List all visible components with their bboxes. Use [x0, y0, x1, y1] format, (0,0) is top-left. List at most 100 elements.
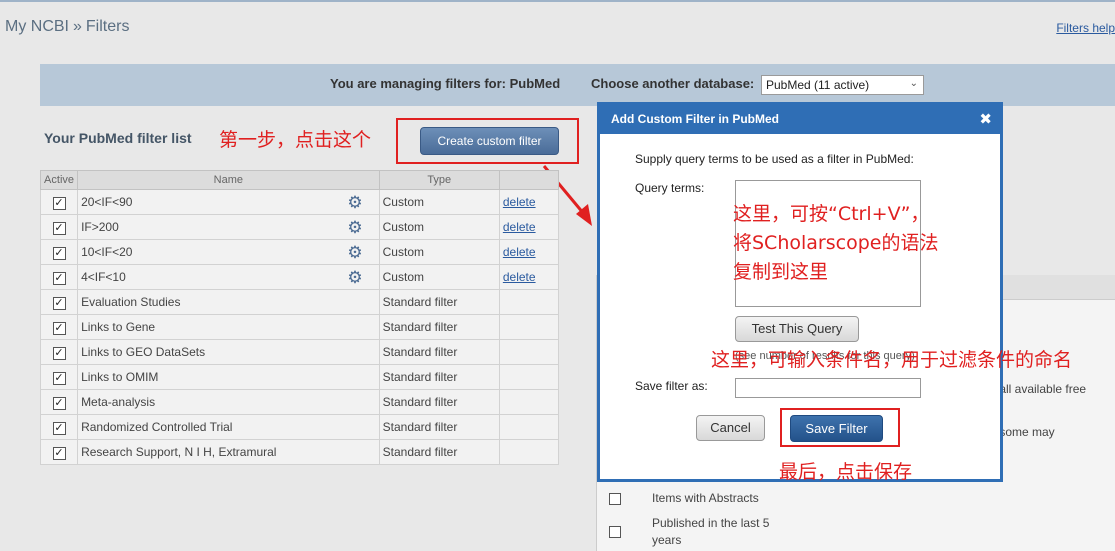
active-checkbox[interactable]: ✓ [52, 396, 66, 410]
type-cell: Custom [378, 264, 500, 290]
items-with-abstracts-checkbox[interactable] [609, 493, 621, 505]
annotation-paste: 这里，可按“Ctrl+V”，将SCholarscope的语法复制到这里 [733, 203, 939, 283]
name-cell: Links to GEO DataSets [77, 339, 380, 365]
active-cell: ✓ [39, 339, 79, 365]
name-cell: Evaluation Studies [77, 289, 380, 315]
table-row: ✓ 4<IF<10 ⚙ Custom delete [39, 264, 560, 290]
col-active: Active [39, 170, 79, 190]
table-row: ✓ Evaluation Studies Standard filter [39, 289, 560, 315]
delete-cell [498, 389, 560, 415]
filter-name: Links to GEO DataSets [81, 345, 206, 359]
delete-cell: delete [498, 264, 560, 290]
filter-name: Research Support, N I H, Extramural [81, 445, 277, 459]
active-cell: ✓ [39, 414, 79, 440]
active-checkbox[interactable]: ✓ [52, 271, 66, 285]
top-border [0, 0, 1115, 2]
active-checkbox[interactable]: ✓ [52, 296, 66, 310]
delete-cell: delete [498, 239, 560, 265]
table-row: ✓ 20<IF<90 ⚙ Custom delete [39, 189, 560, 215]
delete-cell: delete [498, 214, 560, 240]
type-cell: Custom [378, 189, 500, 215]
database-bar: You are managing filters for: PubMed Cho… [40, 64, 1115, 106]
col-name: Name [77, 170, 380, 190]
active-cell: ✓ [39, 214, 79, 240]
managing-label: You are managing filters for: PubMed [330, 76, 561, 91]
filter-name: Links to OMIM [81, 370, 159, 384]
cancel-button[interactable]: Cancel [696, 415, 765, 441]
name-cell: IF>200 ⚙ [77, 214, 380, 240]
active-checkbox[interactable]: ✓ [52, 246, 66, 260]
type-cell: Standard filter [378, 389, 500, 415]
delete-cell [498, 439, 560, 465]
dialog-title-bar: Add Custom Filter in PubMed ✖ [600, 105, 1000, 134]
filter-name: Links to Gene [81, 320, 156, 334]
active-checkbox[interactable]: ✓ [52, 421, 66, 435]
save-filter-as-label: Save filter as: [635, 379, 708, 393]
published-last-5-years-checkbox[interactable] [609, 526, 621, 538]
breadcrumb-separator: » [73, 18, 82, 35]
table-row: ✓ Links to Gene Standard filter [39, 314, 560, 340]
name-cell: 4<IF<10 ⚙ [77, 264, 380, 290]
filter-name: IF>200 [81, 220, 119, 234]
filter-name: 4<IF<10 [81, 270, 126, 284]
active-cell: ✓ [39, 264, 79, 290]
delete-link[interactable]: delete [503, 220, 536, 234]
gear-icon[interactable]: ⚙ [347, 244, 362, 261]
table-row: ✓ 10<IF<20 ⚙ Custom delete [39, 239, 560, 265]
supply-text: Supply query terms to be used as a filte… [635, 152, 914, 166]
annotation-step1: 第一步，点击这个 [219, 129, 372, 151]
chevron-down-icon: ⌄ [909, 78, 918, 89]
active-cell: ✓ [39, 314, 79, 340]
active-cell: ✓ [39, 364, 79, 390]
breadcrumb-current: Filters [85, 18, 130, 35]
active-cell: ✓ [39, 289, 79, 315]
breadcrumb-home[interactable]: My NCBI [5, 18, 69, 35]
type-cell: Custom [378, 239, 500, 265]
delete-link[interactable]: delete [503, 195, 536, 209]
filter-name: Meta-analysis [81, 395, 156, 409]
type-cell: Custom [378, 214, 500, 240]
active-checkbox[interactable]: ✓ [52, 346, 66, 360]
table-row: ✓ Meta-analysis Standard filter [39, 389, 560, 415]
active-cell: ✓ [39, 389, 79, 415]
active-checkbox[interactable]: ✓ [52, 321, 66, 335]
items-with-abstracts-label: Items with Abstracts [652, 491, 759, 505]
name-cell: 20<IF<90 ⚙ [77, 189, 380, 215]
delete-link[interactable]: delete [503, 245, 536, 259]
annotation-name: 这里，可输入条件名，用于过滤条件的命名 [711, 349, 1073, 371]
name-cell: Links to Gene [77, 314, 380, 340]
active-checkbox[interactable]: ✓ [52, 371, 66, 385]
col-type: Type [378, 170, 500, 190]
close-icon[interactable]: ✖ [979, 105, 992, 134]
active-checkbox[interactable]: ✓ [52, 446, 66, 460]
active-checkbox[interactable]: ✓ [52, 221, 66, 235]
type-cell: Standard filter [378, 314, 500, 340]
active-cell: ✓ [39, 189, 79, 215]
delete-cell [498, 339, 560, 365]
table-row: ✓ Links to GEO DataSets Standard filter [39, 339, 560, 365]
delete-link[interactable]: delete [503, 270, 536, 284]
type-cell: Standard filter [378, 439, 500, 465]
breadcrumb: My NCBI» Filters [5, 18, 129, 36]
database-select-value: PubMed (11 active) [766, 78, 870, 92]
type-cell: Standard filter [378, 339, 500, 365]
published-last-5-years-label: Published in the last 5 [652, 516, 770, 530]
gear-icon[interactable]: ⚙ [347, 219, 362, 236]
gear-icon[interactable]: ⚙ [347, 269, 362, 286]
filter-name: 20<IF<90 [81, 195, 133, 209]
test-query-button[interactable]: Test This Query [735, 316, 859, 342]
filter-name: Randomized Controlled Trial [81, 420, 233, 434]
create-custom-filter-button[interactable]: Create custom filter [420, 127, 559, 155]
filters-help-link[interactable]: Filters help [1056, 21, 1115, 35]
filter-name: 10<IF<20 [81, 245, 133, 259]
table-row: ✓ Randomized Controlled Trial Standard fil… [39, 414, 560, 440]
dialog-title: Add Custom Filter in PubMed [611, 112, 779, 126]
highlight-box-save [780, 408, 900, 447]
database-select[interactable]: PubMed (11 active) ⌄ [761, 75, 924, 95]
save-filter-as-input[interactable] [735, 378, 921, 398]
delete-cell [498, 414, 560, 440]
table-row: ✓ IF>200 ⚙ Custom delete [39, 214, 560, 240]
name-cell: Links to OMIM [77, 364, 380, 390]
active-checkbox[interactable]: ✓ [52, 196, 66, 210]
gear-icon[interactable]: ⚙ [347, 194, 362, 211]
